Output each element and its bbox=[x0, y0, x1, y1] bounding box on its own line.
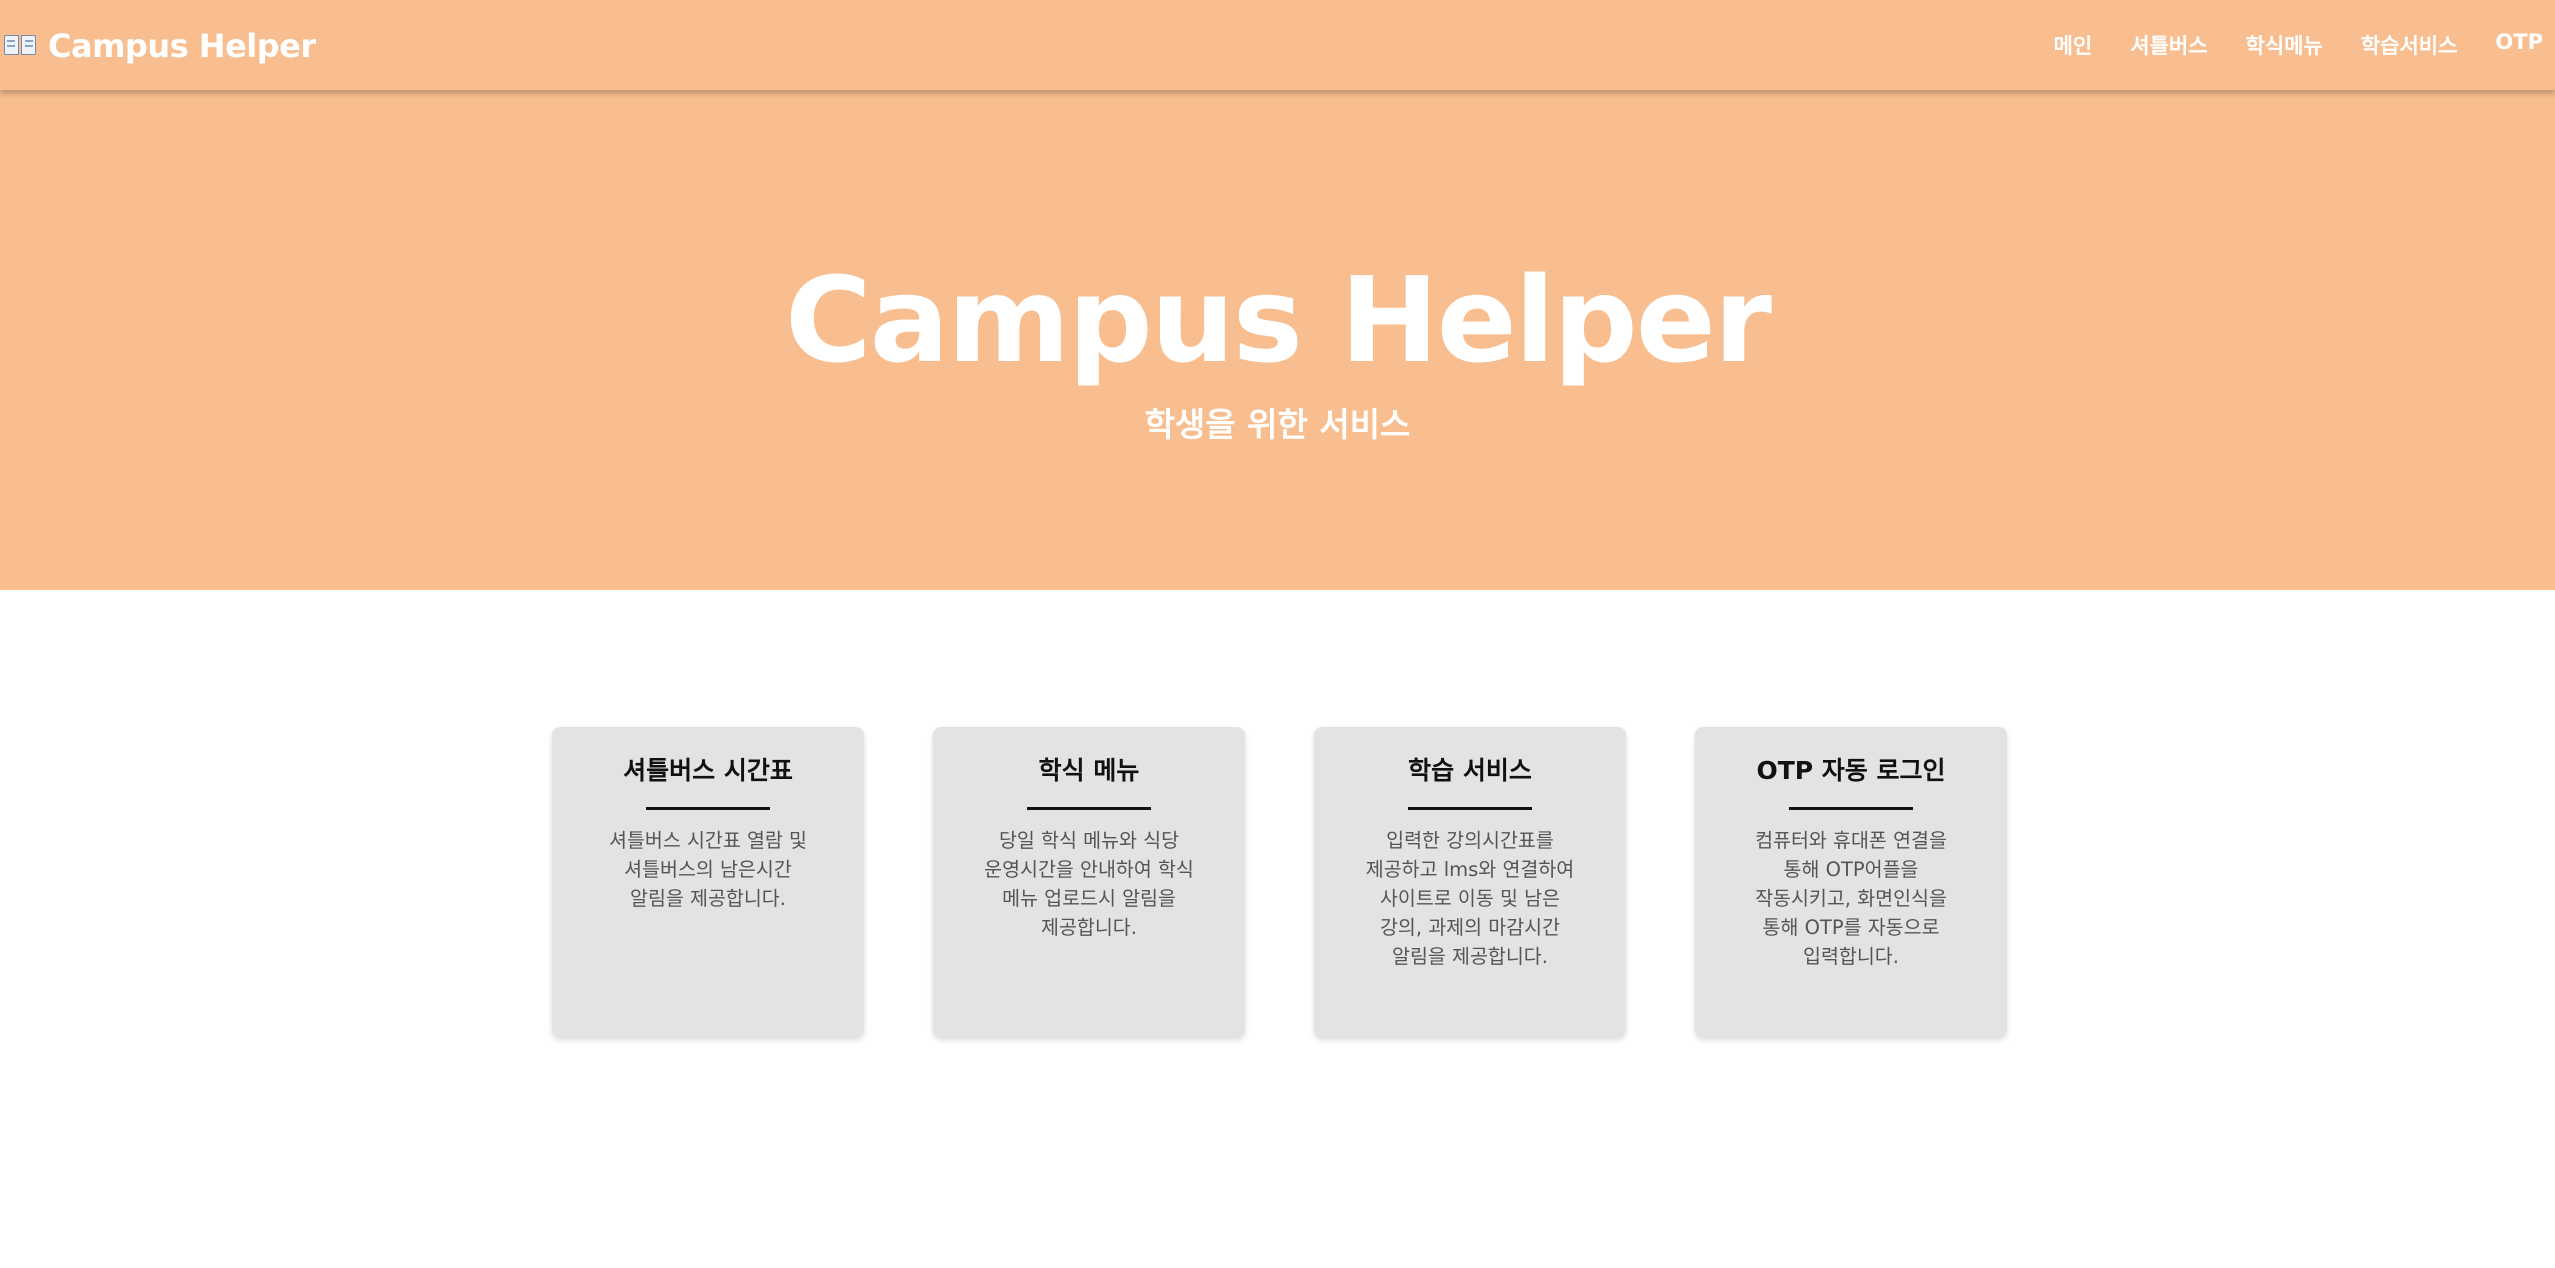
brand-logo-link[interactable]: Campus Helper bbox=[4, 26, 316, 66]
card-description: 컴퓨터와 휴대폰 연결을 통해 OTP어플을 작동시키고, 화면인식을 통해 O… bbox=[1755, 829, 1947, 968]
nav-link-main[interactable]: 메인 bbox=[2054, 30, 2093, 60]
hero-title: Campus Helper bbox=[785, 251, 1772, 389]
card-description: 입력한 강의시간표를 제공하고 lms와 연결하여 사이트로 이동 및 남은 강… bbox=[1365, 829, 1575, 968]
nav-link-cafeteria-menu[interactable]: 학식메뉴 bbox=[2246, 30, 2323, 60]
brand-name: Campus Helper bbox=[48, 27, 316, 65]
card-divider bbox=[1789, 807, 1913, 810]
card-title: 학습 서비스 bbox=[1408, 756, 1532, 785]
nav-links: 메인 셔틀버스 학식메뉴 학습서비스 OTP bbox=[2016, 30, 2543, 60]
nav-link-otp[interactable]: OTP bbox=[2495, 30, 2543, 60]
card-divider bbox=[646, 807, 770, 810]
card-title: 셔틀버스 시간표 bbox=[623, 756, 793, 785]
service-cards: 셔틀버스 시간표 셔틀버스 시간표 열람 및 셔틀버스의 남은시간 알림을 제공… bbox=[552, 727, 2007, 1037]
top-navbar: Campus Helper 메인 셔틀버스 학식메뉴 학습서비스 OTP bbox=[0, 0, 2555, 90]
card-description: 당일 학식 메뉴와 식당 운영시간을 안내하여 학식 메뉴 업로드시 알림을 제… bbox=[984, 829, 1194, 939]
nav-link-shuttle-bus[interactable]: 셔틀버스 bbox=[2130, 30, 2207, 60]
card-divider bbox=[1027, 807, 1151, 810]
card-description: 셔틀버스 시간표 열람 및 셔틀버스의 남은시간 알림을 제공합니다. bbox=[609, 829, 807, 910]
card-otp-auto-login[interactable]: OTP 자동 로그인 컴퓨터와 휴대폰 연결을 통해 OTP어플을 작동시키고,… bbox=[1695, 727, 2007, 1037]
card-shuttle-bus[interactable]: 셔틀버스 시간표 셔틀버스 시간표 열람 및 셔틀버스의 남은시간 알림을 제공… bbox=[552, 727, 864, 1037]
hero-subtitle: 학생을 위한 서비스 bbox=[1144, 405, 1411, 444]
nav-link-learning-service[interactable]: 학습서비스 bbox=[2361, 30, 2458, 60]
card-divider bbox=[1408, 807, 1532, 810]
card-cafeteria-menu[interactable]: 학식 메뉴 당일 학식 메뉴와 식당 운영시간을 안내하여 학식 메뉴 업로드시… bbox=[933, 727, 1245, 1037]
open-book-icon bbox=[4, 35, 36, 57]
card-title: OTP 자동 로그인 bbox=[1756, 756, 1946, 785]
card-title: 학식 메뉴 bbox=[1038, 756, 1140, 785]
card-learning-service[interactable]: 학습 서비스 입력한 강의시간표를 제공하고 lms와 연결하여 사이트로 이동… bbox=[1314, 727, 1626, 1037]
